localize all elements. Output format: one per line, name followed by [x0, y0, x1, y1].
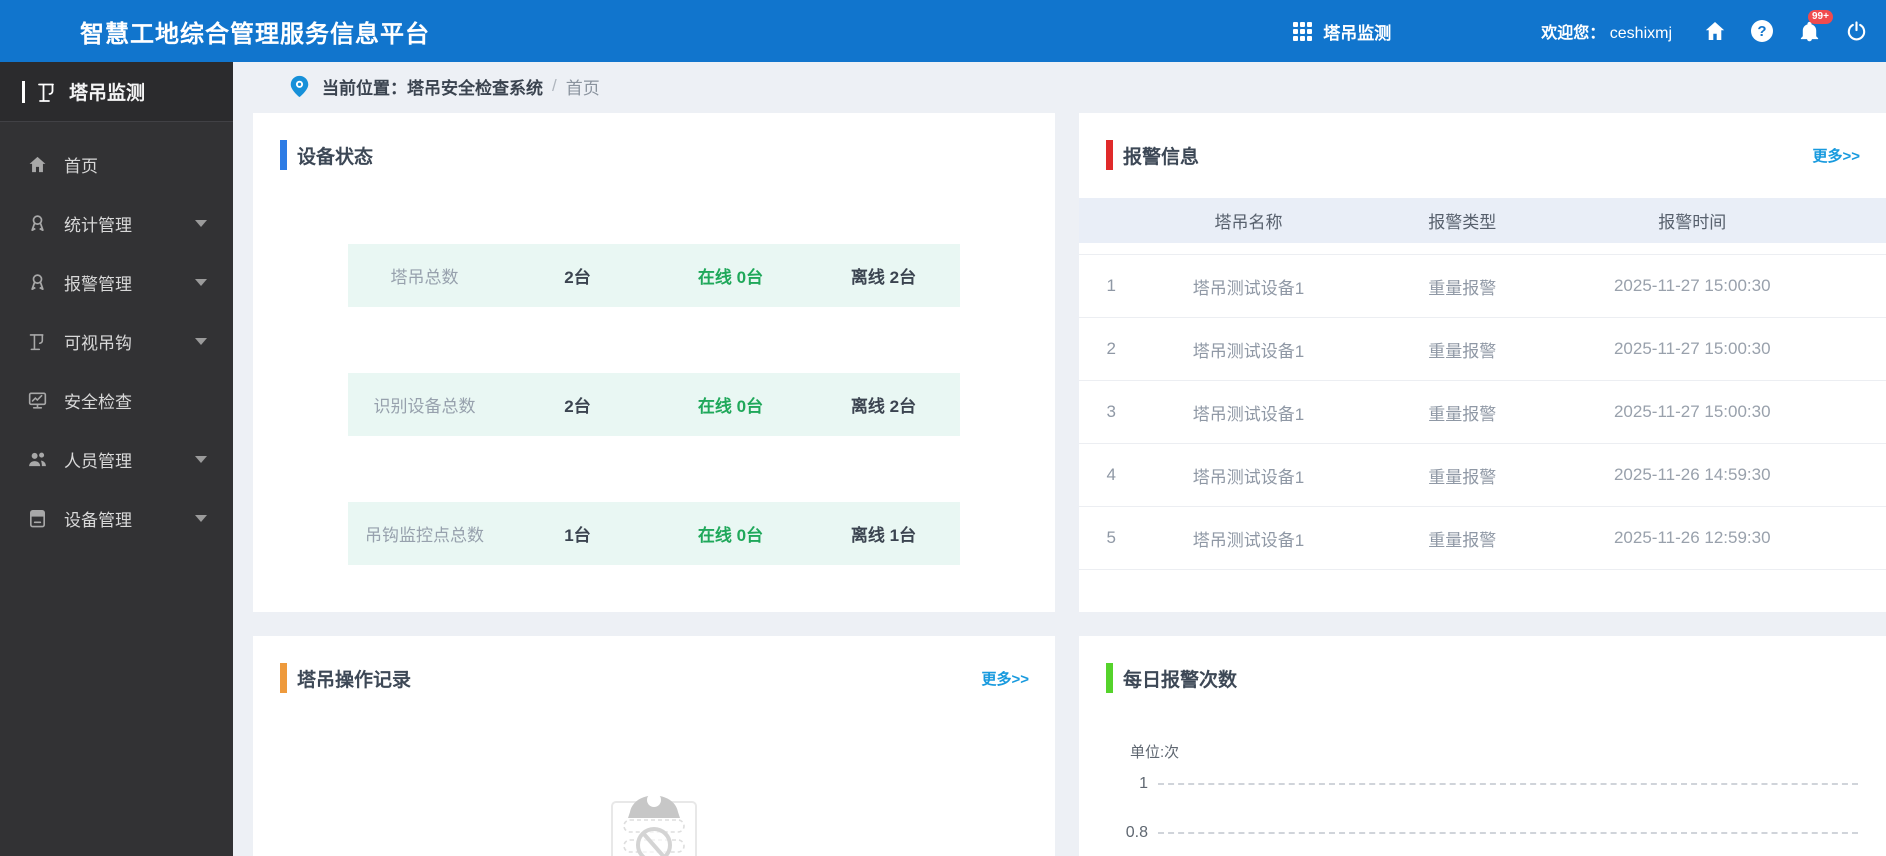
sidebar-item-alarm-mgmt[interactable]: 报警管理	[0, 253, 233, 312]
clipped-row	[1079, 243, 1886, 255]
daily-alarm-chart: 单位:次 1 0.8	[1079, 741, 1858, 842]
dashed-gridline	[1158, 832, 1858, 834]
app-switcher-label: 塔吊监测	[1323, 23, 1392, 43]
breadcrumb-section: 塔吊安全检查系统	[407, 78, 543, 98]
sidebar-header: 塔吊监测	[0, 62, 233, 122]
medal-icon	[26, 213, 48, 235]
caret-down-icon	[195, 220, 207, 227]
panel-title: 报警信息	[1123, 146, 1200, 168]
alarm-row: 2 塔吊测试设备1 重量报警 2025-11-27 15:00:30	[1079, 318, 1886, 381]
breadcrumb-separator: /	[552, 76, 557, 95]
home-icon	[26, 154, 48, 176]
panel-title: 塔吊操作记录	[297, 669, 412, 691]
panel-title: 设备状态	[297, 146, 374, 168]
operation-log-panel: 塔吊操作记录 更多>>	[253, 636, 1055, 856]
home-icon	[1705, 22, 1725, 40]
alarm-row: 1 塔吊测试设备1 重量报警 2025-11-27 15:00:30	[1079, 255, 1886, 318]
device-status-panel: 设备状态 塔吊总数 2台 在线 0台 离线 2台 识别设备总数 2台 在线 0台…	[253, 113, 1055, 612]
sidebar-item-safety-check[interactable]: 安全检查	[0, 371, 233, 430]
monitor-chart-icon	[26, 390, 48, 412]
chart-gridline-row: 1	[1079, 775, 1858, 793]
username: ceshixmj	[1609, 25, 1672, 42]
stat-row-recognition-devices: 识别设备总数 2台 在线 0台 离线 2台	[348, 373, 960, 436]
stat-row-hook-monitors: 吊钩监控点总数 1台 在线 0台 离线 1台	[348, 502, 960, 565]
question-icon: ?	[1751, 20, 1773, 42]
welcome-text: 欢迎您： ceshixmj	[1541, 19, 1672, 43]
caret-down-icon	[195, 279, 207, 286]
alarm-row: 3 塔吊测试设备1 重量报警 2025-11-27 15:00:30	[1079, 381, 1886, 444]
panel-header: 塔吊操作记录 更多>>	[253, 636, 1055, 693]
panel-header: 每日报警次数	[1079, 636, 1886, 693]
caret-down-icon	[195, 456, 207, 463]
sidebar-item-visual-hook[interactable]: 可视吊钩	[0, 312, 233, 371]
panel-title: 每日报警次数	[1123, 669, 1238, 691]
sidebar-item-home[interactable]: 首页	[0, 135, 233, 194]
breadcrumb: 当前位置： 塔吊安全检查系统 / 首页	[233, 62, 1886, 110]
dashed-gridline	[1158, 783, 1858, 785]
panel-accent-bar	[280, 140, 287, 170]
location-pin-icon	[287, 74, 312, 99]
logout-button[interactable]	[1842, 17, 1870, 45]
col-alarm-time: 报警时间	[1658, 213, 1727, 232]
apps-grid-icon	[1293, 21, 1313, 41]
empty-clipboard-icon	[611, 793, 697, 856]
panel-accent-bar	[280, 663, 287, 693]
help-button[interactable]: ?	[1748, 17, 1776, 45]
app-switcher-button[interactable]: 塔吊监测	[1293, 19, 1391, 44]
alarm-more-link[interactable]: 更多>>	[1812, 145, 1860, 166]
crane-hook-icon	[26, 331, 48, 353]
top-header-bar: 智慧工地综合管理服务信息平台 塔吊监测 欢迎您： ceshixmj ? 99+	[0, 0, 1886, 62]
sidebar-item-personnel-mgmt[interactable]: 人员管理	[0, 430, 233, 489]
header-right-cluster: 塔吊监测 欢迎您： ceshixmj ? 99+	[1293, 10, 1870, 45]
chart-unit-label: 单位:次	[1130, 744, 1180, 761]
sidebar-menu: 首页 统计管理 报警管理 可视吊钩 安全检查 人员管理 设备管理	[0, 122, 233, 548]
sidebar-title: 塔吊监测	[69, 83, 146, 104]
sidebar-item-stats-mgmt[interactable]: 统计管理	[0, 194, 233, 253]
alarm-info-panel: 报警信息 更多>> 塔吊名称 报警类型 报警时间 1 塔吊测试设备1 重量报警 …	[1079, 113, 1886, 612]
tower-crane-icon	[38, 83, 54, 102]
caret-down-icon	[195, 515, 207, 522]
sidebar-item-device-mgmt[interactable]: 设备管理	[0, 489, 233, 548]
col-crane-name: 塔吊名称	[1214, 213, 1283, 232]
people-icon	[26, 449, 48, 471]
empty-state	[253, 788, 1055, 856]
breadcrumb-prefix: 当前位置：	[322, 78, 407, 98]
alarm-row: 5 塔吊测试设备1 重量报警 2025-11-26 12:59:30	[1079, 507, 1886, 570]
alarm-table: 塔吊名称 报警类型 报警时间 1 塔吊测试设备1 重量报警 2025-11-27…	[1079, 198, 1886, 570]
breadcrumb-current[interactable]: 首页	[566, 74, 600, 99]
ytick-label: 1	[1139, 775, 1148, 792]
panel-accent-bar	[1106, 140, 1113, 170]
dashboard-grid: 设备状态 塔吊总数 2台 在线 0台 离线 2台 识别设备总数 2台 在线 0台…	[233, 113, 1886, 856]
home-button[interactable]	[1701, 17, 1729, 45]
stat-row-tower-cranes: 塔吊总数 2台 在线 0台 离线 2台	[348, 244, 960, 307]
device-icon	[26, 508, 48, 530]
sidebar-accent-bar	[22, 80, 25, 103]
welcome-label: 欢迎您：	[1541, 25, 1606, 42]
panel-header: 报警信息 更多>>	[1079, 113, 1886, 170]
caret-down-icon	[195, 338, 207, 345]
power-icon	[1847, 20, 1865, 40]
notification-badge: 99+	[1808, 10, 1833, 24]
alarm-row: 4 塔吊测试设备1 重量报警 2025-11-26 14:59:30	[1079, 444, 1886, 507]
ytick-label: 0.8	[1125, 824, 1148, 841]
alarm-table-header: 塔吊名称 报警类型 报警时间	[1079, 198, 1886, 243]
main-content: 当前位置： 塔吊安全检查系统 / 首页 设备状态 塔吊总数 2台 在线 0台 离…	[233, 62, 1886, 856]
panel-header: 设备状态	[253, 113, 1055, 170]
platform-title: 智慧工地综合管理服务信息平台	[80, 20, 430, 48]
sidebar: 塔吊监测 首页 统计管理 报警管理 可视吊钩 安全检查 人员管理 设备管理	[0, 62, 233, 856]
medal-icon	[26, 272, 48, 294]
panel-accent-bar	[1106, 663, 1113, 693]
chart-gridline-row: 0.8	[1079, 824, 1858, 842]
daily-alarm-chart-panel: 每日报警次数 单位:次 1 0.8	[1079, 636, 1886, 856]
col-alarm-type: 报警类型	[1428, 213, 1497, 232]
notifications-button[interactable]: 99+	[1795, 10, 1833, 45]
operation-log-more-link[interactable]: 更多>>	[981, 668, 1029, 689]
device-status-rows: 塔吊总数 2台 在线 0台 离线 2台 识别设备总数 2台 在线 0台 离线 2…	[348, 244, 960, 565]
